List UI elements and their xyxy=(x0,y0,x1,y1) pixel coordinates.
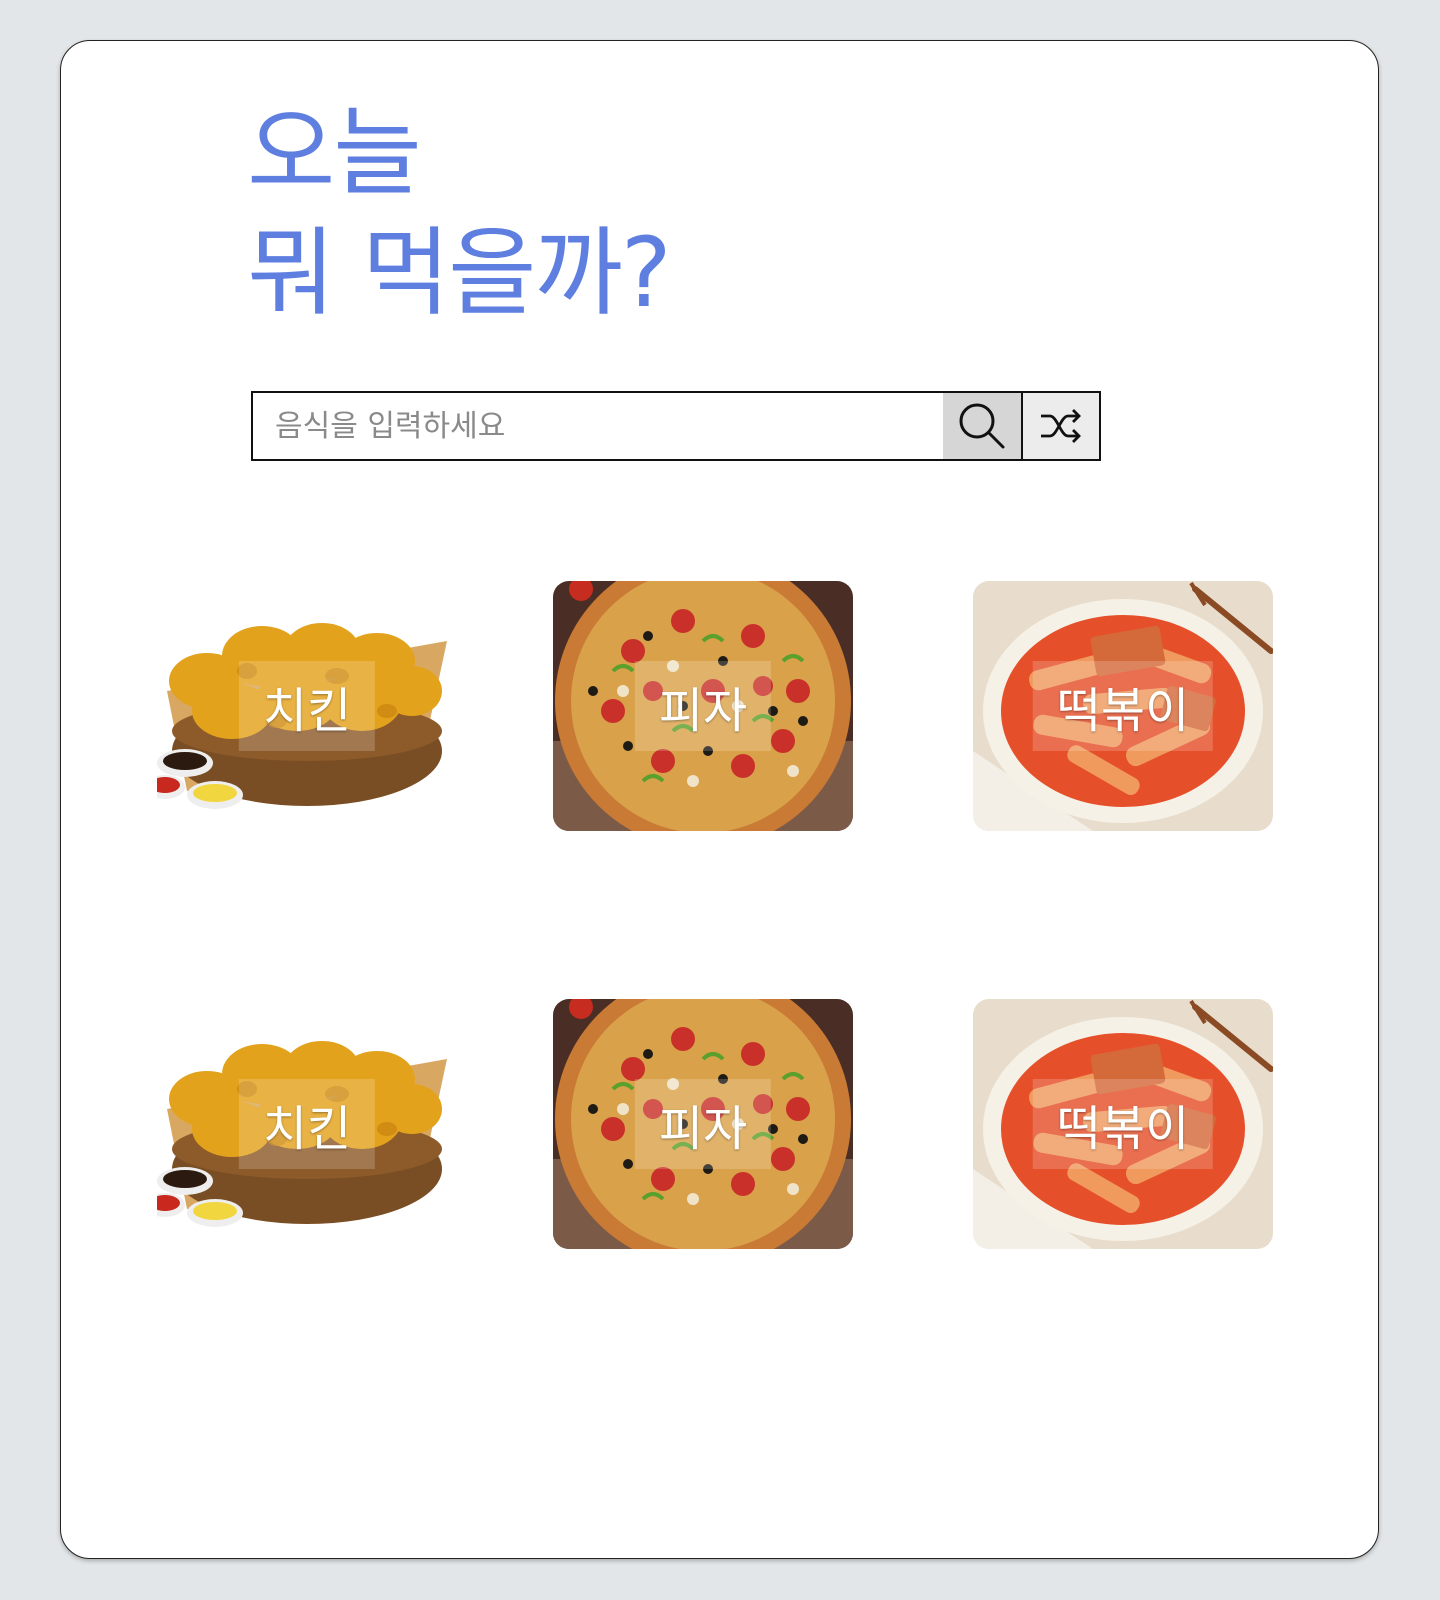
title-line-1: 오늘 xyxy=(247,97,422,209)
search-bar xyxy=(251,391,1101,461)
shuffle-icon xyxy=(1041,409,1081,443)
food-label: 피자 xyxy=(634,661,772,751)
food-label: 떡볶이 xyxy=(1032,661,1214,751)
main-card: 오늘 뭐 먹을까? 음식을 입력하세요 치킨 피자 떡볶이 치킨 피자 떡볶이 xyxy=(60,40,1379,1559)
food-label: 떡볶이 xyxy=(1032,1079,1214,1169)
food-label: 치킨 xyxy=(238,661,376,751)
title-line-2: 뭐 먹을까? xyxy=(247,217,672,329)
food-card-pizza[interactable]: 피자 xyxy=(553,999,853,1249)
food-label: 치킨 xyxy=(238,1079,376,1169)
search-button[interactable] xyxy=(943,393,1021,459)
search-icon xyxy=(959,403,1005,449)
food-card-tteokbokki[interactable]: 떡볶이 xyxy=(973,581,1273,831)
food-card-tteokbokki[interactable]: 떡볶이 xyxy=(973,999,1273,1249)
food-card-chicken[interactable]: 치킨 xyxy=(157,999,457,1249)
food-label: 피자 xyxy=(634,1079,772,1169)
page-title: 오늘 뭐 먹을까? xyxy=(247,93,672,333)
food-card-pizza[interactable]: 피자 xyxy=(553,581,853,831)
shuffle-button[interactable] xyxy=(1021,393,1099,459)
search-input[interactable] xyxy=(253,393,943,459)
food-card-chicken[interactable]: 치킨 xyxy=(157,581,457,831)
